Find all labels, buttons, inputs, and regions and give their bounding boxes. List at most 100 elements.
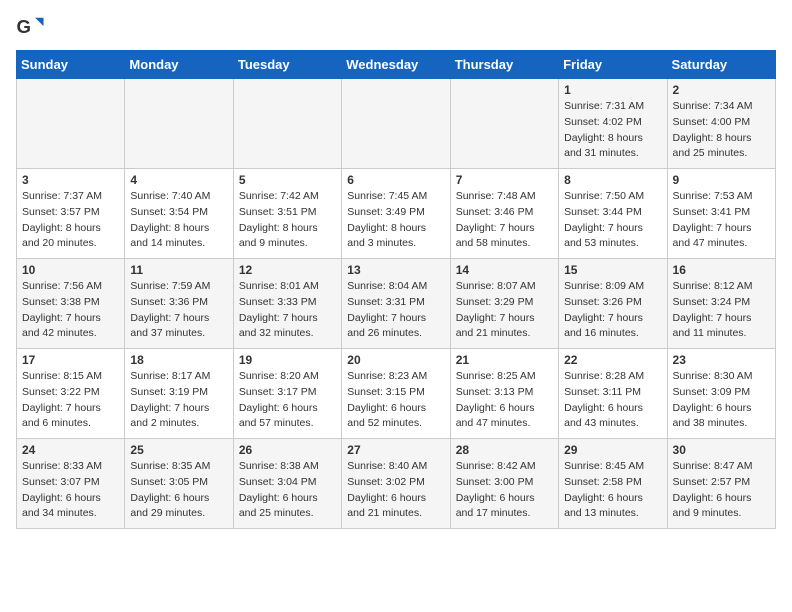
day-detail: Sunrise: 8:25 AM Sunset: 3:13 PM Dayligh… bbox=[456, 369, 553, 432]
calendar-cell bbox=[450, 79, 558, 169]
day-detail: Sunrise: 8:35 AM Sunset: 3:05 PM Dayligh… bbox=[130, 459, 227, 522]
calendar-cell: 15 Sunrise: 8:09 AM Sunset: 3:26 PM Dayli… bbox=[559, 259, 667, 349]
day-number: 29 bbox=[564, 443, 661, 457]
day-number: 4 bbox=[130, 173, 227, 187]
calendar-cell: 9 Sunrise: 7:53 AM Sunset: 3:41 PM Daylig… bbox=[667, 169, 775, 259]
day-detail: Sunrise: 8:07 AM Sunset: 3:29 PM Dayligh… bbox=[456, 279, 553, 342]
calendar-cell: 16Sunrise: 8:12 AM Sunset: 3:24 PM Dayli… bbox=[667, 259, 775, 349]
calendar-cell: 29 Sunrise: 8:45 AM Sunset: 2:58 PM Dayli… bbox=[559, 439, 667, 529]
day-number: 5 bbox=[239, 173, 336, 187]
calendar-cell bbox=[342, 79, 450, 169]
day-number: 14 bbox=[456, 263, 553, 277]
day-number: 12 bbox=[239, 263, 336, 277]
day-detail: Sunrise: 8:17 AM Sunset: 3:19 PM Dayligh… bbox=[130, 369, 227, 432]
calendar-week-2: 3 Sunrise: 7:37 AM Sunset: 3:57 PM Daylig… bbox=[17, 169, 776, 259]
day-number: 26 bbox=[239, 443, 336, 457]
calendar-cell: 7 Sunrise: 7:48 AM Sunset: 3:46 PM Daylig… bbox=[450, 169, 558, 259]
col-header-wednesday: Wednesday bbox=[342, 51, 450, 79]
day-detail: Sunrise: 7:37 AM Sunset: 3:57 PM Dayligh… bbox=[22, 189, 119, 252]
calendar-cell: 6 Sunrise: 7:45 AM Sunset: 3:49 PM Daylig… bbox=[342, 169, 450, 259]
calendar-cell: 20Sunrise: 8:23 AM Sunset: 3:15 PM Dayli… bbox=[342, 349, 450, 439]
day-detail: Sunrise: 8:09 AM Sunset: 3:26 PM Dayligh… bbox=[564, 279, 661, 342]
logo: G bbox=[16, 16, 48, 38]
day-number: 19 bbox=[239, 353, 336, 367]
calendar-cell: 27Sunrise: 8:40 AM Sunset: 3:02 PM Dayli… bbox=[342, 439, 450, 529]
calendar-cell: 1 Sunrise: 7:31 AM Sunset: 4:02 PM Daylig… bbox=[559, 79, 667, 169]
day-detail: Sunrise: 7:34 AM Sunset: 4:00 PM Dayligh… bbox=[673, 99, 770, 162]
day-number: 7 bbox=[456, 173, 553, 187]
col-header-friday: Friday bbox=[559, 51, 667, 79]
calendar-cell: 17Sunrise: 8:15 AM Sunset: 3:22 PM Dayli… bbox=[17, 349, 125, 439]
day-detail: Sunrise: 8:01 AM Sunset: 3:33 PM Dayligh… bbox=[239, 279, 336, 342]
svg-text:G: G bbox=[16, 16, 30, 37]
day-detail: Sunrise: 8:45 AM Sunset: 2:58 PM Dayligh… bbox=[564, 459, 661, 522]
day-detail: Sunrise: 7:45 AM Sunset: 3:49 PM Dayligh… bbox=[347, 189, 444, 252]
calendar-cell: 14 Sunrise: 8:07 AM Sunset: 3:29 PM Dayli… bbox=[450, 259, 558, 349]
day-number: 9 bbox=[673, 173, 770, 187]
calendar-header-row: SundayMondayTuesdayWednesdayThursdayFrid… bbox=[17, 51, 776, 79]
day-number: 6 bbox=[347, 173, 444, 187]
col-header-monday: Monday bbox=[125, 51, 233, 79]
calendar-cell: 2 Sunrise: 7:34 AM Sunset: 4:00 PM Daylig… bbox=[667, 79, 775, 169]
day-detail: Sunrise: 8:33 AM Sunset: 3:07 PM Dayligh… bbox=[22, 459, 119, 522]
calendar-cell: 11 Sunrise: 7:59 AM Sunset: 3:36 PM Dayli… bbox=[125, 259, 233, 349]
calendar-week-1: 1 Sunrise: 7:31 AM Sunset: 4:02 PM Daylig… bbox=[17, 79, 776, 169]
day-detail: Sunrise: 7:48 AM Sunset: 3:46 PM Dayligh… bbox=[456, 189, 553, 252]
day-detail: Sunrise: 7:42 AM Sunset: 3:51 PM Dayligh… bbox=[239, 189, 336, 252]
day-detail: Sunrise: 8:47 AM Sunset: 2:57 PM Dayligh… bbox=[673, 459, 770, 522]
calendar-cell: 8 Sunrise: 7:50 AM Sunset: 3:44 PM Daylig… bbox=[559, 169, 667, 259]
calendar-cell: 3 Sunrise: 7:37 AM Sunset: 3:57 PM Daylig… bbox=[17, 169, 125, 259]
calendar-table: SundayMondayTuesdayWednesdayThursdayFrid… bbox=[16, 50, 776, 529]
calendar-cell: 18Sunrise: 8:17 AM Sunset: 3:19 PM Dayli… bbox=[125, 349, 233, 439]
day-detail: Sunrise: 7:31 AM Sunset: 4:02 PM Dayligh… bbox=[564, 99, 661, 162]
logo-icon: G bbox=[16, 16, 44, 38]
day-detail: Sunrise: 8:40 AM Sunset: 3:02 PM Dayligh… bbox=[347, 459, 444, 522]
calendar-cell bbox=[17, 79, 125, 169]
day-number: 21 bbox=[456, 353, 553, 367]
col-header-saturday: Saturday bbox=[667, 51, 775, 79]
col-header-thursday: Thursday bbox=[450, 51, 558, 79]
calendar-cell: 4 Sunrise: 7:40 AM Sunset: 3:54 PM Daylig… bbox=[125, 169, 233, 259]
calendar-cell: 24 Sunrise: 8:33 AM Sunset: 3:07 PM Dayli… bbox=[17, 439, 125, 529]
calendar-cell bbox=[233, 79, 341, 169]
day-number: 24 bbox=[22, 443, 119, 457]
day-number: 3 bbox=[22, 173, 119, 187]
day-detail: Sunrise: 8:04 AM Sunset: 3:31 PM Dayligh… bbox=[347, 279, 444, 342]
day-number: 13 bbox=[347, 263, 444, 277]
day-detail: Sunrise: 7:53 AM Sunset: 3:41 PM Dayligh… bbox=[673, 189, 770, 252]
day-number: 1 bbox=[564, 83, 661, 97]
calendar-week-3: 10 Sunrise: 7:56 AM Sunset: 3:38 PM Dayli… bbox=[17, 259, 776, 349]
day-detail: Sunrise: 8:20 AM Sunset: 3:17 PM Dayligh… bbox=[239, 369, 336, 432]
day-number: 8 bbox=[564, 173, 661, 187]
calendar-cell: 26 Sunrise: 8:38 AM Sunset: 3:04 PM Dayli… bbox=[233, 439, 341, 529]
calendar-cell: 12 Sunrise: 8:01 AM Sunset: 3:33 PM Dayli… bbox=[233, 259, 341, 349]
day-detail: Sunrise: 8:15 AM Sunset: 3:22 PM Dayligh… bbox=[22, 369, 119, 432]
day-detail: Sunrise: 7:59 AM Sunset: 3:36 PM Dayligh… bbox=[130, 279, 227, 342]
calendar-cell: 30 Sunrise: 8:47 AM Sunset: 2:57 PM Dayli… bbox=[667, 439, 775, 529]
calendar-cell: 5 Sunrise: 7:42 AM Sunset: 3:51 PM Daylig… bbox=[233, 169, 341, 259]
day-detail: Sunrise: 8:38 AM Sunset: 3:04 PM Dayligh… bbox=[239, 459, 336, 522]
calendar-cell: 13 Sunrise: 8:04 AM Sunset: 3:31 PM Dayli… bbox=[342, 259, 450, 349]
col-header-sunday: Sunday bbox=[17, 51, 125, 79]
day-number: 23 bbox=[673, 353, 770, 367]
day-detail: Sunrise: 8:42 AM Sunset: 3:00 PM Dayligh… bbox=[456, 459, 553, 522]
calendar-cell: 10 Sunrise: 7:56 AM Sunset: 3:38 PM Dayli… bbox=[17, 259, 125, 349]
calendar-cell: 23Sunrise: 8:30 AM Sunset: 3:09 PM Dayli… bbox=[667, 349, 775, 439]
day-number: 2 bbox=[673, 83, 770, 97]
header: G bbox=[16, 16, 776, 38]
day-number: 28 bbox=[456, 443, 553, 457]
day-number: 20 bbox=[347, 353, 444, 367]
calendar-cell: 19 Sunrise: 8:20 AM Sunset: 3:17 PM Dayli… bbox=[233, 349, 341, 439]
day-number: 11 bbox=[130, 263, 227, 277]
day-number: 10 bbox=[22, 263, 119, 277]
day-detail: Sunrise: 7:50 AM Sunset: 3:44 PM Dayligh… bbox=[564, 189, 661, 252]
calendar-week-5: 24 Sunrise: 8:33 AM Sunset: 3:07 PM Dayli… bbox=[17, 439, 776, 529]
day-detail: Sunrise: 7:56 AM Sunset: 3:38 PM Dayligh… bbox=[22, 279, 119, 342]
day-number: 15 bbox=[564, 263, 661, 277]
col-header-tuesday: Tuesday bbox=[233, 51, 341, 79]
calendar-cell: 21 Sunrise: 8:25 AM Sunset: 3:13 PM Dayli… bbox=[450, 349, 558, 439]
calendar-body: 1 Sunrise: 7:31 AM Sunset: 4:02 PM Daylig… bbox=[17, 79, 776, 529]
day-detail: Sunrise: 7:40 AM Sunset: 3:54 PM Dayligh… bbox=[130, 189, 227, 252]
day-number: 30 bbox=[673, 443, 770, 457]
day-number: 16 bbox=[673, 263, 770, 277]
